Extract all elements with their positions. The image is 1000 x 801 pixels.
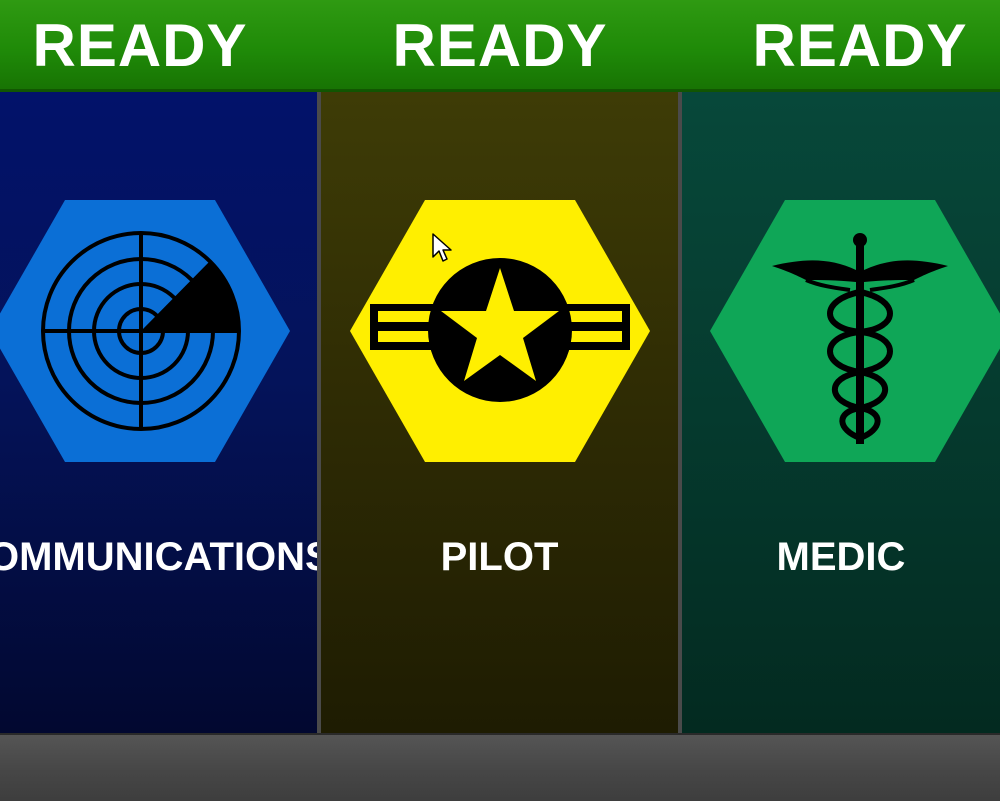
ready-label-pilot: READY [392, 12, 608, 79]
ready-status-bar: READY READY READY [0, 0, 1000, 92]
role-select-screen: READY READY READY OMMUNICATIONS PILOT ME… [0, 0, 1000, 801]
bottom-bar [0, 733, 1000, 801]
role-name-medic: MEDIC [776, 535, 906, 579]
ready-label-medic: READY [752, 12, 968, 79]
mouse-cursor-icon [432, 233, 452, 262]
pilot-emblem [350, 200, 650, 462]
communications-emblem [0, 200, 290, 462]
role-card-medic[interactable]: MEDIC [682, 92, 1000, 733]
role-name-pilot: PILOT [440, 535, 559, 579]
medic-emblem [710, 200, 1000, 462]
ready-label-communications: READY [32, 12, 248, 79]
role-name-communications: OMMUNICATIONS [0, 535, 317, 579]
role-card-communications[interactable]: OMMUNICATIONS [0, 92, 317, 733]
role-card-pilot[interactable]: PILOT [321, 92, 678, 733]
